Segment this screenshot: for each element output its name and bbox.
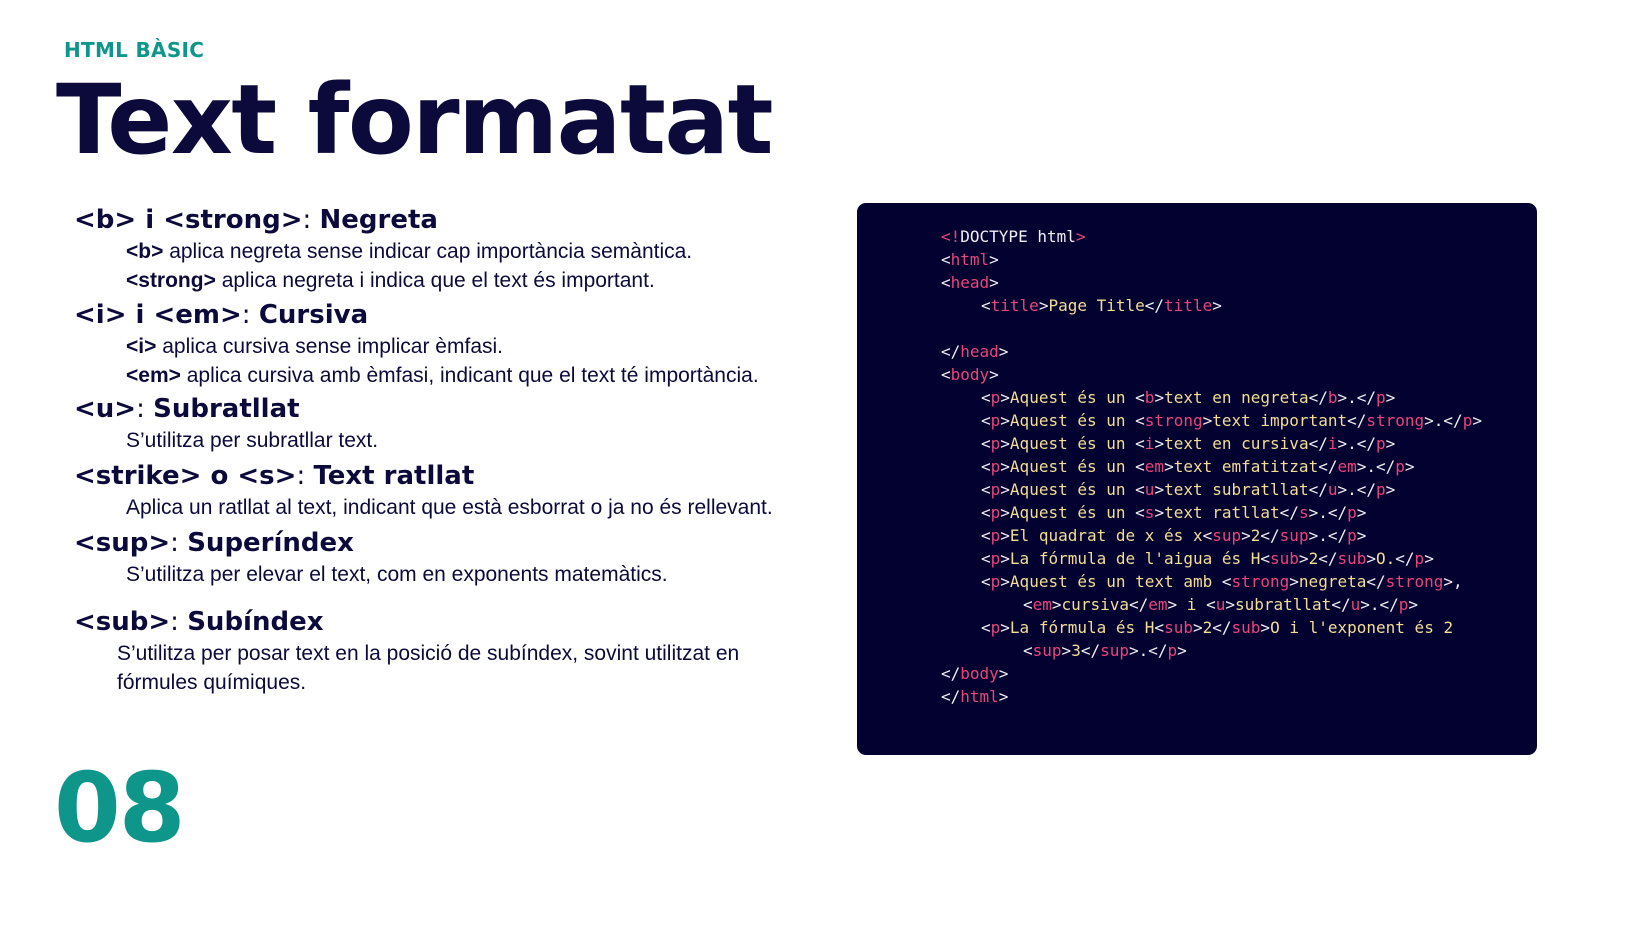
slide-title: Text formatat [56, 64, 774, 176]
heading-tags: <sub> [74, 607, 171, 637]
code-line: <p>La fórmula és H<sub>2</sub>O i l'expo… [981, 618, 1454, 637]
tag-label: <strong> [126, 269, 216, 292]
heading-tags: <u> [74, 394, 137, 424]
heading-value: Text ratllat [313, 461, 475, 491]
line-text: aplica cursiva amb èmfasi, indicant que … [180, 364, 759, 387]
content-list: <b> i <strong>: Negreta <b> aplica negre… [74, 203, 814, 697]
code-line: <p>El quadrat de x és x<sup>2</sup>.</p> [981, 526, 1367, 545]
code-line: <p>Aquest és un <s>text ratllat</s>.</p> [981, 503, 1367, 522]
section-bold-heading: <b> i <strong>: Negreta [74, 205, 438, 235]
section-strike-heading: <strike> o <s>: Text ratllat [74, 461, 475, 491]
code-block: <!DOCTYPE html> <html> <head> <title>Page T… [941, 225, 1482, 708]
heading-value: Cursiva [258, 300, 369, 330]
bold-line-strong: <strong> aplica negreta i indica que el … [126, 266, 814, 295]
code-line: <sup>3</sup>.</p> [1023, 641, 1187, 660]
sup-text: S’utilitza per elevar el text, com en ex… [126, 563, 668, 586]
heading-tags: <i> i <em> [74, 300, 242, 330]
section-italic-heading: <i> i <em>: Cursiva [74, 300, 369, 330]
heading-tags: <sup> [74, 528, 171, 558]
code-line: <p>Aquest és un <b>text en negreta</b>.<… [981, 388, 1396, 407]
code-line: <title>Page Title</title> [981, 296, 1222, 315]
section-sup-heading: <sup>: Superíndex [74, 528, 354, 558]
sub-text-line2: fórmules químiques. [117, 671, 307, 694]
italic-line-em: <em> aplica cursiva amb èmfasi, indicant… [126, 361, 814, 390]
heading-value: Superíndex [187, 528, 354, 558]
heading-value: Subíndex [187, 607, 324, 637]
code-line: <p>Aquest és un text amb <strong>negreta… [981, 572, 1463, 591]
heading-tags: <b> i <strong> [74, 205, 303, 235]
bold-line-b: <b> aplica negreta sense indicar cap imp… [126, 237, 814, 266]
page-number: 08 [54, 752, 186, 864]
code-line: </head> [941, 342, 1009, 361]
slide-kicker: HTML BÀSIC [64, 38, 205, 62]
code-line: <p>Aquest és un <strong>text important</… [981, 411, 1482, 430]
heading-value: Subratllat [153, 394, 300, 424]
code-line: <p>Aquest és un <i>text en cursiva</i>.<… [981, 434, 1396, 453]
code-panel: <!DOCTYPE html> <html> <head> <title>Page T… [857, 203, 1537, 755]
code-line: <em>cursiva</em> i <u>subratllat</u>.</p… [1023, 595, 1419, 614]
line-text: aplica negreta sense indicar cap importà… [163, 240, 693, 263]
heading-tags: <strike> o <s> [74, 461, 297, 491]
tag-label: <b> [126, 240, 164, 263]
italic-line-i: <i> aplica cursiva sense implicar èmfasi… [126, 332, 814, 361]
line-text: aplica negreta i indica que el text és i… [215, 269, 655, 292]
code-line: <body> [941, 365, 999, 384]
underline-text: S’utilitza per subratllar text. [126, 429, 379, 452]
tag-label: <i> [126, 335, 157, 358]
code-line: <head> [941, 273, 999, 292]
code-line: <p>Aquest és un <u>text subratllat</u>.<… [981, 480, 1396, 499]
strike-text: Aplica un ratllat al text, indicant que … [126, 496, 773, 519]
heading-value: Negreta [319, 205, 438, 235]
section-sub-heading: <sub>: Subíndex [74, 607, 324, 637]
code-line: <p>La fórmula de l'aigua és H<sub>2</sub… [981, 549, 1434, 568]
code-line: </body> [941, 664, 1009, 683]
tag-label: <em> [126, 364, 181, 387]
section-underline-heading: <u>: Subratllat [74, 394, 300, 424]
code-line: <html> [941, 250, 999, 269]
code-line: </html> [941, 687, 1009, 706]
sub-text-line1: S’utilitza per posar text en la posició … [117, 642, 740, 665]
line-text: aplica cursiva sense implicar èmfasi. [156, 335, 503, 358]
code-line: <p>Aquest és un <em>text emfatitzat</em>… [981, 457, 1415, 476]
code-line: <!DOCTYPE html> [941, 227, 1086, 246]
